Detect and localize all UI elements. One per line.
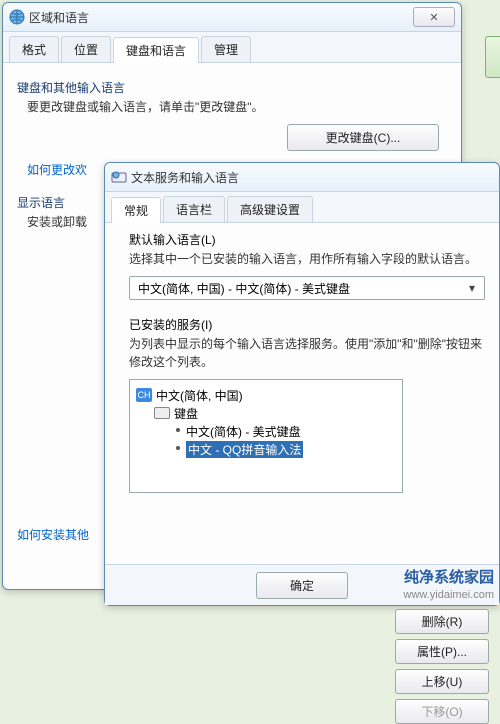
keyboard-globe-icon [111, 169, 127, 185]
properties-button[interactable]: 属性(P)... [395, 639, 489, 664]
tree-item-label: 中文 - QQ拼音输入法 [186, 441, 303, 458]
change-keyboard-button[interactable]: 更改键盘(C)... [287, 124, 439, 151]
default-input-desc: 选择其中一个已安装的输入语言，用作所有输入字段的默认语言。 [129, 250, 485, 268]
installed-services-desc: 为列表中显示的每个输入语言选择服务。使用"添加"和"删除"按钮来修改这个列表。 [129, 335, 485, 371]
services-tree[interactable]: CH 中文(简体, 中国) 键盘 中文(简体) - 美式键盘 中文 - QQ拼音 [129, 379, 403, 493]
tree-lang-row[interactable]: CH 中文(简体, 中国) [136, 386, 396, 404]
move-up-button[interactable]: 上移(U) [395, 669, 489, 694]
tab-admin[interactable]: 管理 [201, 36, 251, 62]
ok-button[interactable]: 确定 [256, 572, 348, 599]
titlebar[interactable]: 区域和语言 ✕ [3, 3, 461, 32]
window-title: 区域和语言 [29, 9, 413, 26]
tree-lang-label: 中文(简体, 中国) [156, 387, 243, 404]
keyboard-icon [154, 407, 170, 419]
dropdown-value: 中文(简体, 中国) - 中文(简体) - 美式键盘 [138, 280, 350, 297]
chevron-down-icon: ▾ [464, 281, 480, 295]
kb-section-label: 键盘和其他输入语言 [17, 79, 447, 96]
titlebar[interactable]: 文本服务和输入语言 [105, 163, 499, 192]
default-language-dropdown[interactable]: 中文(简体, 中国) - 中文(简体) - 美式键盘 ▾ [129, 276, 485, 300]
side-panel-button[interactable] [485, 36, 500, 78]
text-services-window: 文本服务和输入语言 常规 语言栏 高级键设置 默认输入语言(L) 选择其中一个已… [104, 162, 500, 606]
globe-icon [9, 9, 25, 25]
language-badge: CH [136, 388, 152, 402]
welcome-link[interactable]: 如何更改欢 [27, 163, 87, 177]
tab-advanced-keys[interactable]: 高级键设置 [227, 196, 313, 222]
install-other-link[interactable]: 如何安装其他 [17, 528, 89, 542]
tabs: 常规 语言栏 高级键设置 [105, 192, 499, 223]
watermark: 纯净系统家园 www.yidaimei.com [404, 568, 494, 602]
watermark-title: 纯净系统家园 [404, 568, 494, 588]
tab-format[interactable]: 格式 [9, 36, 59, 62]
watermark-url: www.yidaimei.com [404, 588, 494, 602]
window-title: 文本服务和输入语言 [131, 169, 493, 186]
tab-general[interactable]: 常规 [111, 197, 161, 223]
tree-kb-label: 键盘 [174, 405, 198, 422]
tree-kb-row[interactable]: 键盘 [136, 404, 396, 422]
remove-button[interactable]: 删除(R) [395, 609, 489, 634]
installed-services-label: 已安装的服务(I) [129, 316, 485, 333]
tab-body: 默认输入语言(L) 选择其中一个已安装的输入语言，用作所有输入字段的默认语言。 … [105, 223, 499, 501]
tree-item-label: 中文(简体) - 美式键盘 [186, 423, 301, 440]
tabs: 格式 位置 键盘和语言 管理 [3, 32, 461, 63]
tab-location[interactable]: 位置 [61, 36, 111, 62]
bullet-icon [176, 446, 180, 450]
default-input-label: 默认输入语言(L) [129, 231, 485, 248]
tree-item-selected[interactable]: 中文 - QQ拼音输入法 [136, 440, 396, 458]
close-icon: ✕ [429, 11, 438, 24]
tab-language-bar[interactable]: 语言栏 [163, 196, 225, 222]
move-down-button: 下移(O) [395, 699, 489, 724]
tree-item[interactable]: 中文(简体) - 美式键盘 [136, 422, 396, 440]
close-button[interactable]: ✕ [413, 7, 455, 27]
kb-desc: 要更改键盘或输入语言，请单击"更改键盘"。 [17, 98, 447, 116]
bullet-icon [176, 428, 180, 432]
tab-keyboard-language[interactable]: 键盘和语言 [113, 37, 199, 63]
